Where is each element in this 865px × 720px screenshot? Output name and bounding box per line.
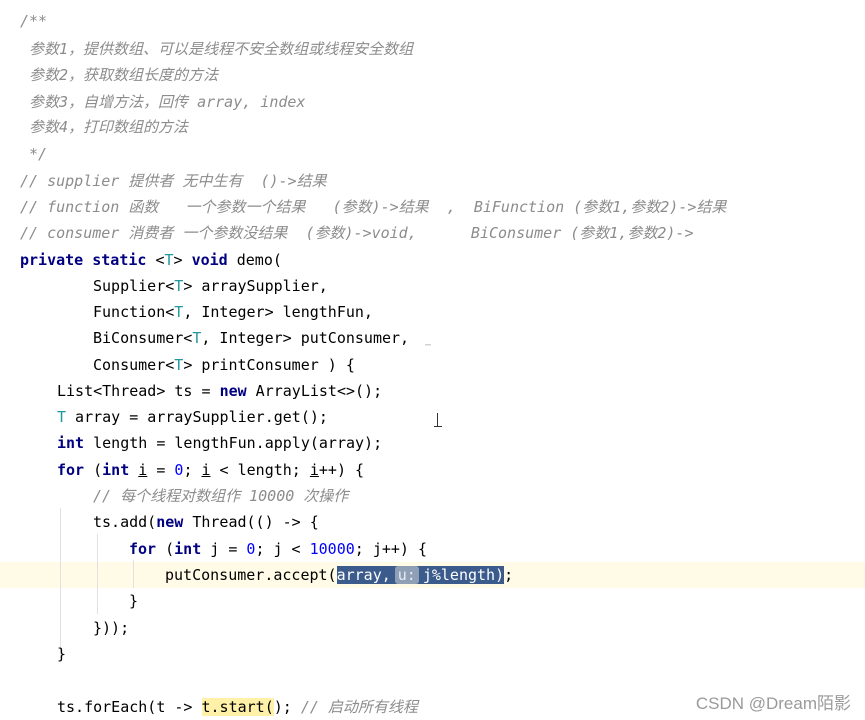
code-text: ArrayList<>(); bbox=[246, 382, 383, 400]
type-param: T bbox=[57, 408, 67, 426]
code-text: j = bbox=[201, 540, 247, 558]
text-cursor-icon bbox=[434, 413, 442, 427]
number-literal: 10000 bbox=[309, 540, 355, 558]
keyword: for bbox=[57, 461, 85, 479]
type-param: T bbox=[174, 277, 184, 295]
code-text: length = lengthFun.apply(array); bbox=[84, 434, 383, 452]
code-line: List<Thread> ts = new ArrayList<>(); bbox=[57, 378, 382, 404]
keyword: int bbox=[57, 434, 85, 452]
indent-guide bbox=[60, 508, 61, 658]
code-line: BiConsumer<T, Integer> putConsumer, bbox=[93, 325, 409, 351]
ellipsis-marker-icon: ⋯ bbox=[425, 340, 432, 351]
brace-match-highlight: t.start( bbox=[201, 698, 274, 716]
parameter-hint: u: bbox=[394, 566, 419, 584]
indent-guide bbox=[97, 534, 98, 614]
indent-guide bbox=[133, 560, 134, 588]
keyword: new bbox=[219, 382, 247, 400]
code-line: // consumer 消费者 一个参数没结果 (参数)->void, BiCo… bbox=[20, 224, 694, 242]
keyword: static bbox=[92, 251, 147, 269]
code-text: > bbox=[173, 251, 192, 269]
code-line: for (int i = 0; i < length; i++) { bbox=[57, 457, 364, 483]
code-text: ; bbox=[183, 461, 202, 479]
selected-text[interactable]: array, u: j%length) bbox=[336, 566, 505, 584]
code-line: ts.forEach(t -> t.start(); // 启动所有线程 bbox=[57, 694, 418, 720]
code-line: 参数1，提供数组、可以是线程不安全数组或线程安全数组 bbox=[20, 40, 414, 58]
inline-comment: // 启动所有线程 bbox=[300, 698, 418, 716]
keyword: private bbox=[20, 251, 84, 269]
code-text: List<Thread> ts = bbox=[57, 382, 220, 400]
code-line: })); bbox=[93, 619, 130, 637]
code-text: ++) { bbox=[318, 461, 365, 479]
code-line: Function<T, Integer> lengthFun, bbox=[93, 299, 373, 325]
code-line: // function 函数 一个参数一个结果 (参数)->结果 , BiFun… bbox=[20, 198, 727, 216]
code-text: ; bbox=[504, 566, 514, 584]
code-line: 参数2，获取数组长度的方法 bbox=[20, 66, 219, 84]
code-text: ; j < bbox=[255, 540, 310, 558]
code-text: Thread(() -> { bbox=[183, 513, 319, 531]
code-line: int length = lengthFun.apply(array); bbox=[57, 430, 382, 456]
code-text: , Integer> lengthFun, bbox=[183, 303, 373, 321]
code-line: Consumer<T> printConsumer ) { bbox=[93, 352, 355, 378]
keyword: for bbox=[129, 540, 157, 558]
type-param: T bbox=[164, 251, 174, 269]
code-line: T array = arraySupplier.get(); bbox=[57, 404, 328, 430]
code-text: > printConsumer ) { bbox=[183, 356, 355, 374]
type-param: T bbox=[174, 303, 184, 321]
code-text: = bbox=[147, 461, 175, 479]
code-text: ; j++) { bbox=[354, 540, 428, 558]
code-text: ts.add( bbox=[93, 513, 157, 531]
watermark: CSDN @Dream陌影 bbox=[695, 694, 851, 713]
code-line: for (int j = 0; j < 10000; j++) { bbox=[129, 536, 427, 562]
code-text: BiConsumer< bbox=[93, 329, 193, 347]
loop-variable: i bbox=[138, 461, 148, 479]
code-line: } bbox=[129, 592, 139, 610]
loop-variable: i bbox=[201, 461, 211, 479]
code-text: Function< bbox=[93, 303, 175, 321]
selected-arg: j%length) bbox=[422, 566, 505, 584]
keyword: int bbox=[174, 540, 202, 558]
keyword: int bbox=[102, 461, 130, 479]
code-line: } bbox=[57, 645, 67, 663]
code-line: 参数3，自增方法，回传 array, index bbox=[20, 93, 306, 111]
code-line: */ bbox=[20, 145, 48, 163]
code-text: ts.forEach(t -> bbox=[57, 698, 202, 716]
code-text: ( bbox=[84, 461, 103, 479]
code-text: Supplier< bbox=[93, 277, 175, 295]
code-text: putConsumer.accept( bbox=[165, 566, 337, 584]
code-line: // 每个线程对数组作 10000 次操作 bbox=[93, 487, 349, 505]
code-line: /** bbox=[20, 12, 48, 30]
type-param: T bbox=[174, 356, 184, 374]
code-line: Supplier<T> arraySupplier, bbox=[93, 273, 328, 299]
keyword: new bbox=[156, 513, 184, 531]
code-text: array = arraySupplier.get(); bbox=[66, 408, 328, 426]
code-text: < bbox=[146, 251, 165, 269]
code-text: Consumer< bbox=[93, 356, 175, 374]
keyword: void bbox=[191, 251, 228, 269]
code-text: ); bbox=[273, 698, 301, 716]
loop-variable: i bbox=[309, 461, 319, 479]
code-text: , Integer> putConsumer, bbox=[201, 329, 410, 347]
code-text: > arraySupplier, bbox=[183, 277, 328, 295]
code-editor[interactable]: /** 参数1，提供数组、可以是线程不安全数组或线程安全数组 参数2，获取数组长… bbox=[0, 0, 865, 720]
code-line: private static <T> void demo( bbox=[20, 247, 282, 273]
code-line-current[interactable]: putConsumer.accept(array, u: j%length); bbox=[165, 562, 513, 588]
code-text: < length; bbox=[210, 461, 310, 479]
code-line: 参数4，打印数组的方法 bbox=[20, 118, 189, 136]
selected-arg: array, bbox=[336, 566, 391, 584]
code-line: // supplier 提供者 无中生有 ()->结果 bbox=[20, 172, 327, 190]
code-text: demo( bbox=[227, 251, 282, 269]
code-line: ts.add(new Thread(() -> { bbox=[93, 509, 319, 535]
code-text: ( bbox=[156, 540, 175, 558]
